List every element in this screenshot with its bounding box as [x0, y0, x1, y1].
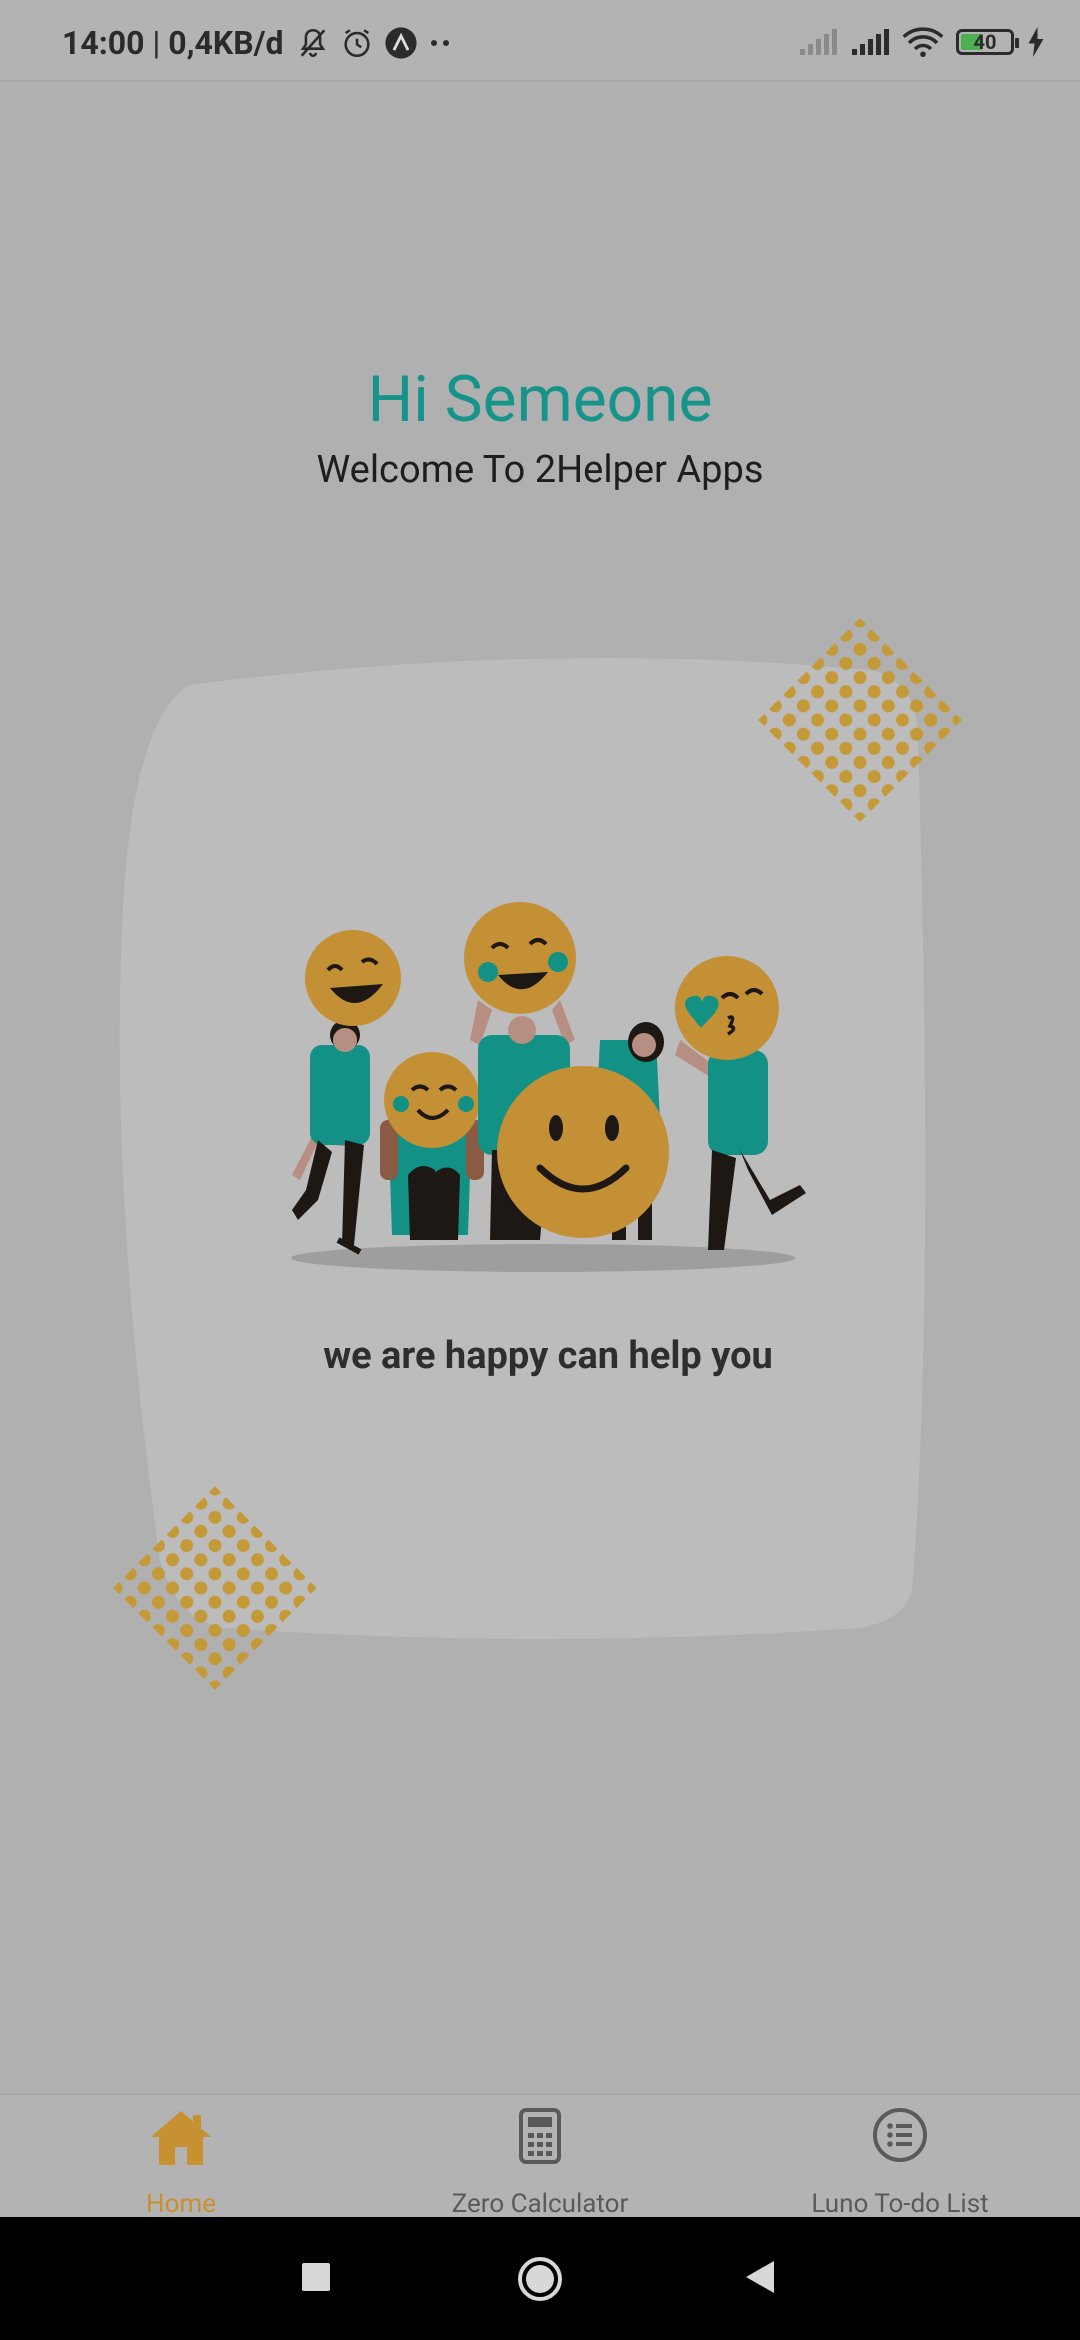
nav-label-home: Home: [146, 2189, 216, 2219]
nav-item-home[interactable]: Home: [31, 2095, 331, 2219]
emoji-face: [305, 930, 401, 1026]
home-button[interactable]: [516, 2255, 564, 2303]
system-navigation-bar: [0, 2217, 1080, 2340]
calculator-icon: [519, 2108, 561, 2164]
welcome-illustration: [113, 618, 962, 1690]
illustration-caption: we are happy can help you: [323, 1334, 773, 1378]
nav-label-zero-calculator: Zero Calculator: [451, 2189, 629, 2219]
nav-item-zero-calculator[interactable]: Zero Calculator: [390, 2095, 690, 2219]
nav-item-luno-todo[interactable]: Luno To-do List: [750, 2095, 1050, 2219]
list-icon: [873, 2108, 927, 2162]
emoji-face: [497, 1066, 669, 1238]
recents-button[interactable]: [300, 2261, 332, 2293]
nav-label-luno-todo: Luno To-do List: [811, 2189, 989, 2219]
bottom-navigation: Home Zero Calculator Luno To-do List: [0, 2093, 1080, 2219]
home-icon: [151, 2111, 211, 2165]
back-button[interactable]: [744, 2259, 776, 2295]
